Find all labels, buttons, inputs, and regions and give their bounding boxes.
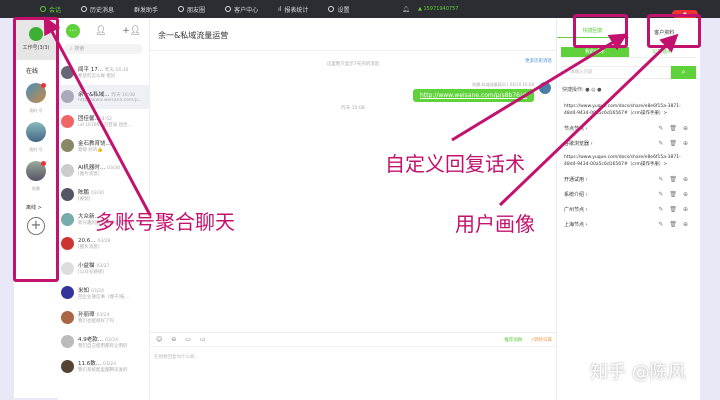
annotation-label: 用户画像	[455, 212, 535, 236]
annotation-label: 自定义回复话术	[385, 152, 525, 176]
annotation-arrows	[43, 16, 679, 216]
watermark: 知乎 @陈风	[590, 362, 686, 383]
annotation-label: 多账号聚合聊天	[95, 210, 235, 234]
